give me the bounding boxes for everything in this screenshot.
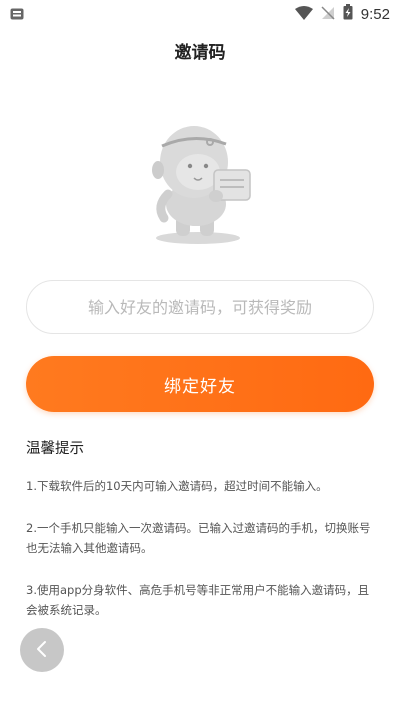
tip-item: 1.下载软件后的10天内可输入邀请码，超过时间不能输入。 bbox=[26, 479, 328, 493]
tips-section: 温馨提示 1.下载软件后的10天内可输入邀请码，超过时间不能输入。 2.一个手机… bbox=[26, 437, 376, 642]
status-bar: 9:52 bbox=[0, 0, 400, 28]
back-button[interactable] bbox=[20, 628, 64, 672]
invite-code-page: 9:52 邀请码 输入好友的邀请码，可获得奖励 绑定好友 温馨提示 1.下载软件… bbox=[0, 0, 400, 710]
tips-title: 温馨提示 bbox=[26, 441, 84, 457]
invite-code-input[interactable] bbox=[26, 280, 374, 334]
page-title: 邀请码 bbox=[174, 43, 226, 63]
status-time: 9:52 bbox=[360, 5, 390, 23]
tip-item: 3.使用app分身软件、高危手机号等非正常用户不能输入邀请码，且会被系统记录。 bbox=[26, 583, 370, 617]
chevron-left-icon bbox=[35, 639, 49, 662]
tip-item: 2.一个手机只能输入一次邀请码。已输入过邀请码的手机，切换账号也无法输入其他邀请… bbox=[26, 521, 371, 555]
no-signal-icon bbox=[321, 5, 335, 24]
battery-charging-icon bbox=[343, 4, 353, 24]
sim-card-icon bbox=[10, 5, 24, 24]
bind-friend-button[interactable]: 绑定好友 bbox=[26, 356, 374, 412]
wifi-icon bbox=[294, 5, 313, 24]
mascot-holding-card-icon bbox=[150, 122, 254, 246]
